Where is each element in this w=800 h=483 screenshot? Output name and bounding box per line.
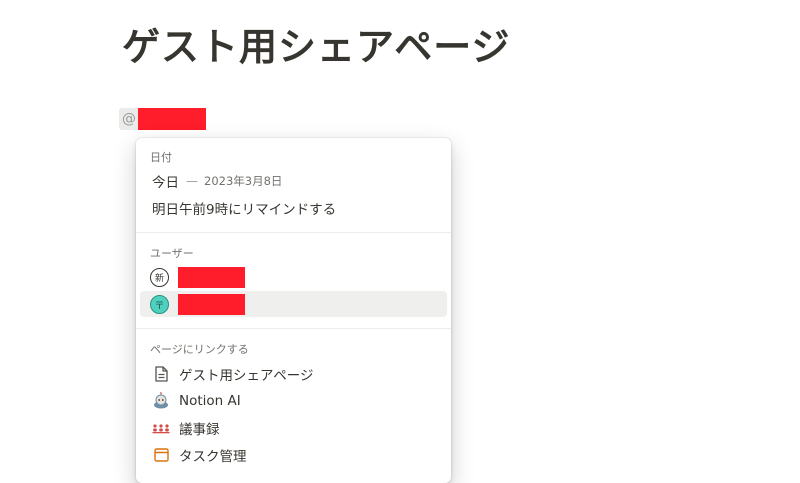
mention-menu: 日付 今日 — 2023年3月8日 明日午前9時にリマインドする ユーザー 新 … [136, 138, 451, 483]
date-section-header: 日付 [150, 151, 172, 164]
page-label: タスク管理 [179, 449, 247, 465]
page-label: ゲスト用シェアページ [179, 368, 314, 384]
today-date: 2023年3月8日 [204, 174, 283, 188]
meeting-notes-icon [152, 419, 170, 437]
page-label: 議事録 [179, 422, 220, 438]
task-board-icon [152, 446, 170, 464]
page-label: Notion AI [179, 393, 241, 409]
document-icon [152, 365, 170, 383]
today-label: 今日 [152, 175, 179, 191]
reminder-label: 明日午前9時にリマインドする [152, 202, 337, 218]
menu-item-page-task-management[interactable]: タスク管理 [140, 442, 447, 468]
menu-item-user[interactable]: 新 [140, 264, 447, 290]
mention-input[interactable]: @ [119, 108, 206, 130]
menu-item-page-guest-share[interactable]: ゲスト用シェアページ [140, 361, 447, 387]
menu-item-today[interactable]: 今日 — 2023年3月8日 [140, 168, 447, 194]
user-avatar: 〒 [150, 294, 169, 314]
link-section-header: ページにリンクする [150, 343, 249, 356]
notion-ai-icon [152, 392, 170, 410]
redacted-user-name [178, 293, 245, 315]
menu-item-remind-tomorrow[interactable]: 明日午前9時にリマインドする [140, 195, 447, 221]
divider [136, 232, 451, 233]
redacted-user-name [178, 266, 245, 288]
menu-item-user-selected[interactable]: 〒 [140, 291, 447, 317]
at-sign: @ [119, 108, 138, 130]
divider [136, 328, 451, 329]
date-separator: — [186, 174, 198, 188]
menu-item-page-notion-ai[interactable]: Notion AI [140, 388, 447, 414]
menu-item-page-minutes[interactable]: 議事録 [140, 415, 447, 441]
user-section-header: ユーザー [150, 247, 194, 260]
page-title: ゲスト用シェアページ [122, 25, 511, 69]
new-user-avatar: 新 [150, 267, 169, 287]
redacted-mention-text [138, 108, 206, 130]
